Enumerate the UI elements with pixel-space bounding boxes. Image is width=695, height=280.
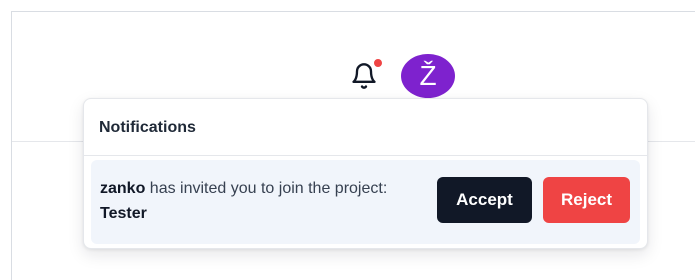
user-avatar[interactable]: Ž bbox=[401, 54, 455, 98]
popover-divider bbox=[84, 155, 647, 156]
reject-button[interactable]: Reject bbox=[543, 177, 630, 223]
notifications-button[interactable] bbox=[345, 57, 384, 95]
notification-user: zanko bbox=[100, 180, 146, 197]
notification-project: Tester bbox=[100, 205, 147, 222]
notification-message: zanko has invited you to join the projec… bbox=[100, 176, 400, 226]
notification-message-text: has invited you to join the project: bbox=[145, 180, 388, 197]
notification-item: zanko has invited you to join the projec… bbox=[91, 160, 640, 244]
notifications-popover: Notifications zanko has invited you to j… bbox=[83, 98, 648, 249]
unread-indicator bbox=[372, 57, 384, 69]
notifications-title: Notifications bbox=[99, 119, 196, 136]
accept-button[interactable]: Accept bbox=[437, 177, 532, 223]
